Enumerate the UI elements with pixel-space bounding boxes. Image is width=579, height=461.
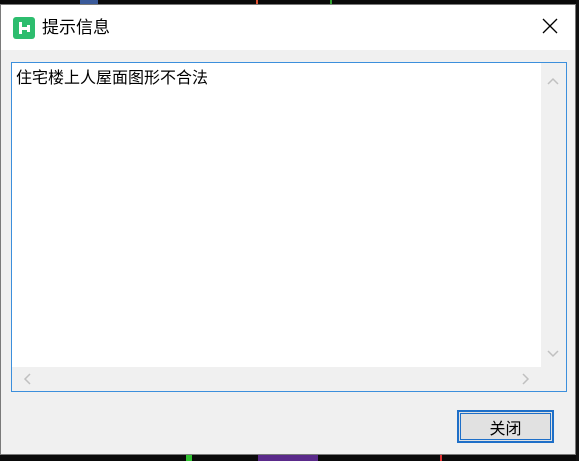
message-dialog: 提示信息 住宅楼上人屋面图形不合法 关闭 (0, 4, 576, 455)
dialog-title: 提示信息 (42, 18, 110, 38)
chevron-up-icon (547, 70, 559, 89)
message-textbox[interactable]: 住宅楼上人屋面图形不合法 (11, 62, 567, 392)
background-mark (258, 455, 318, 461)
scrollbar-corner (541, 367, 566, 391)
close-icon (541, 17, 559, 39)
message-text: 住宅楼上人屋面图形不合法 (16, 68, 209, 87)
scroll-left-button[interactable] (16, 368, 38, 390)
chevron-down-icon (547, 343, 559, 362)
background-mark (440, 455, 442, 461)
scroll-up-button[interactable] (542, 68, 564, 90)
vertical-scrollbar[interactable] (541, 63, 566, 367)
chevron-left-icon (23, 370, 31, 389)
title-bar[interactable]: 提示信息 (1, 5, 575, 50)
close-window-button[interactable] (531, 9, 569, 47)
close-button[interactable]: 关闭 (457, 410, 554, 443)
close-button-label: 关闭 (489, 418, 522, 438)
scroll-down-button[interactable] (542, 341, 564, 363)
hammer-app-icon (13, 17, 35, 39)
horizontal-scrollbar[interactable] (12, 367, 541, 391)
scroll-right-button[interactable] (515, 368, 537, 390)
chevron-right-icon (522, 370, 530, 389)
background-mark (186, 455, 192, 461)
